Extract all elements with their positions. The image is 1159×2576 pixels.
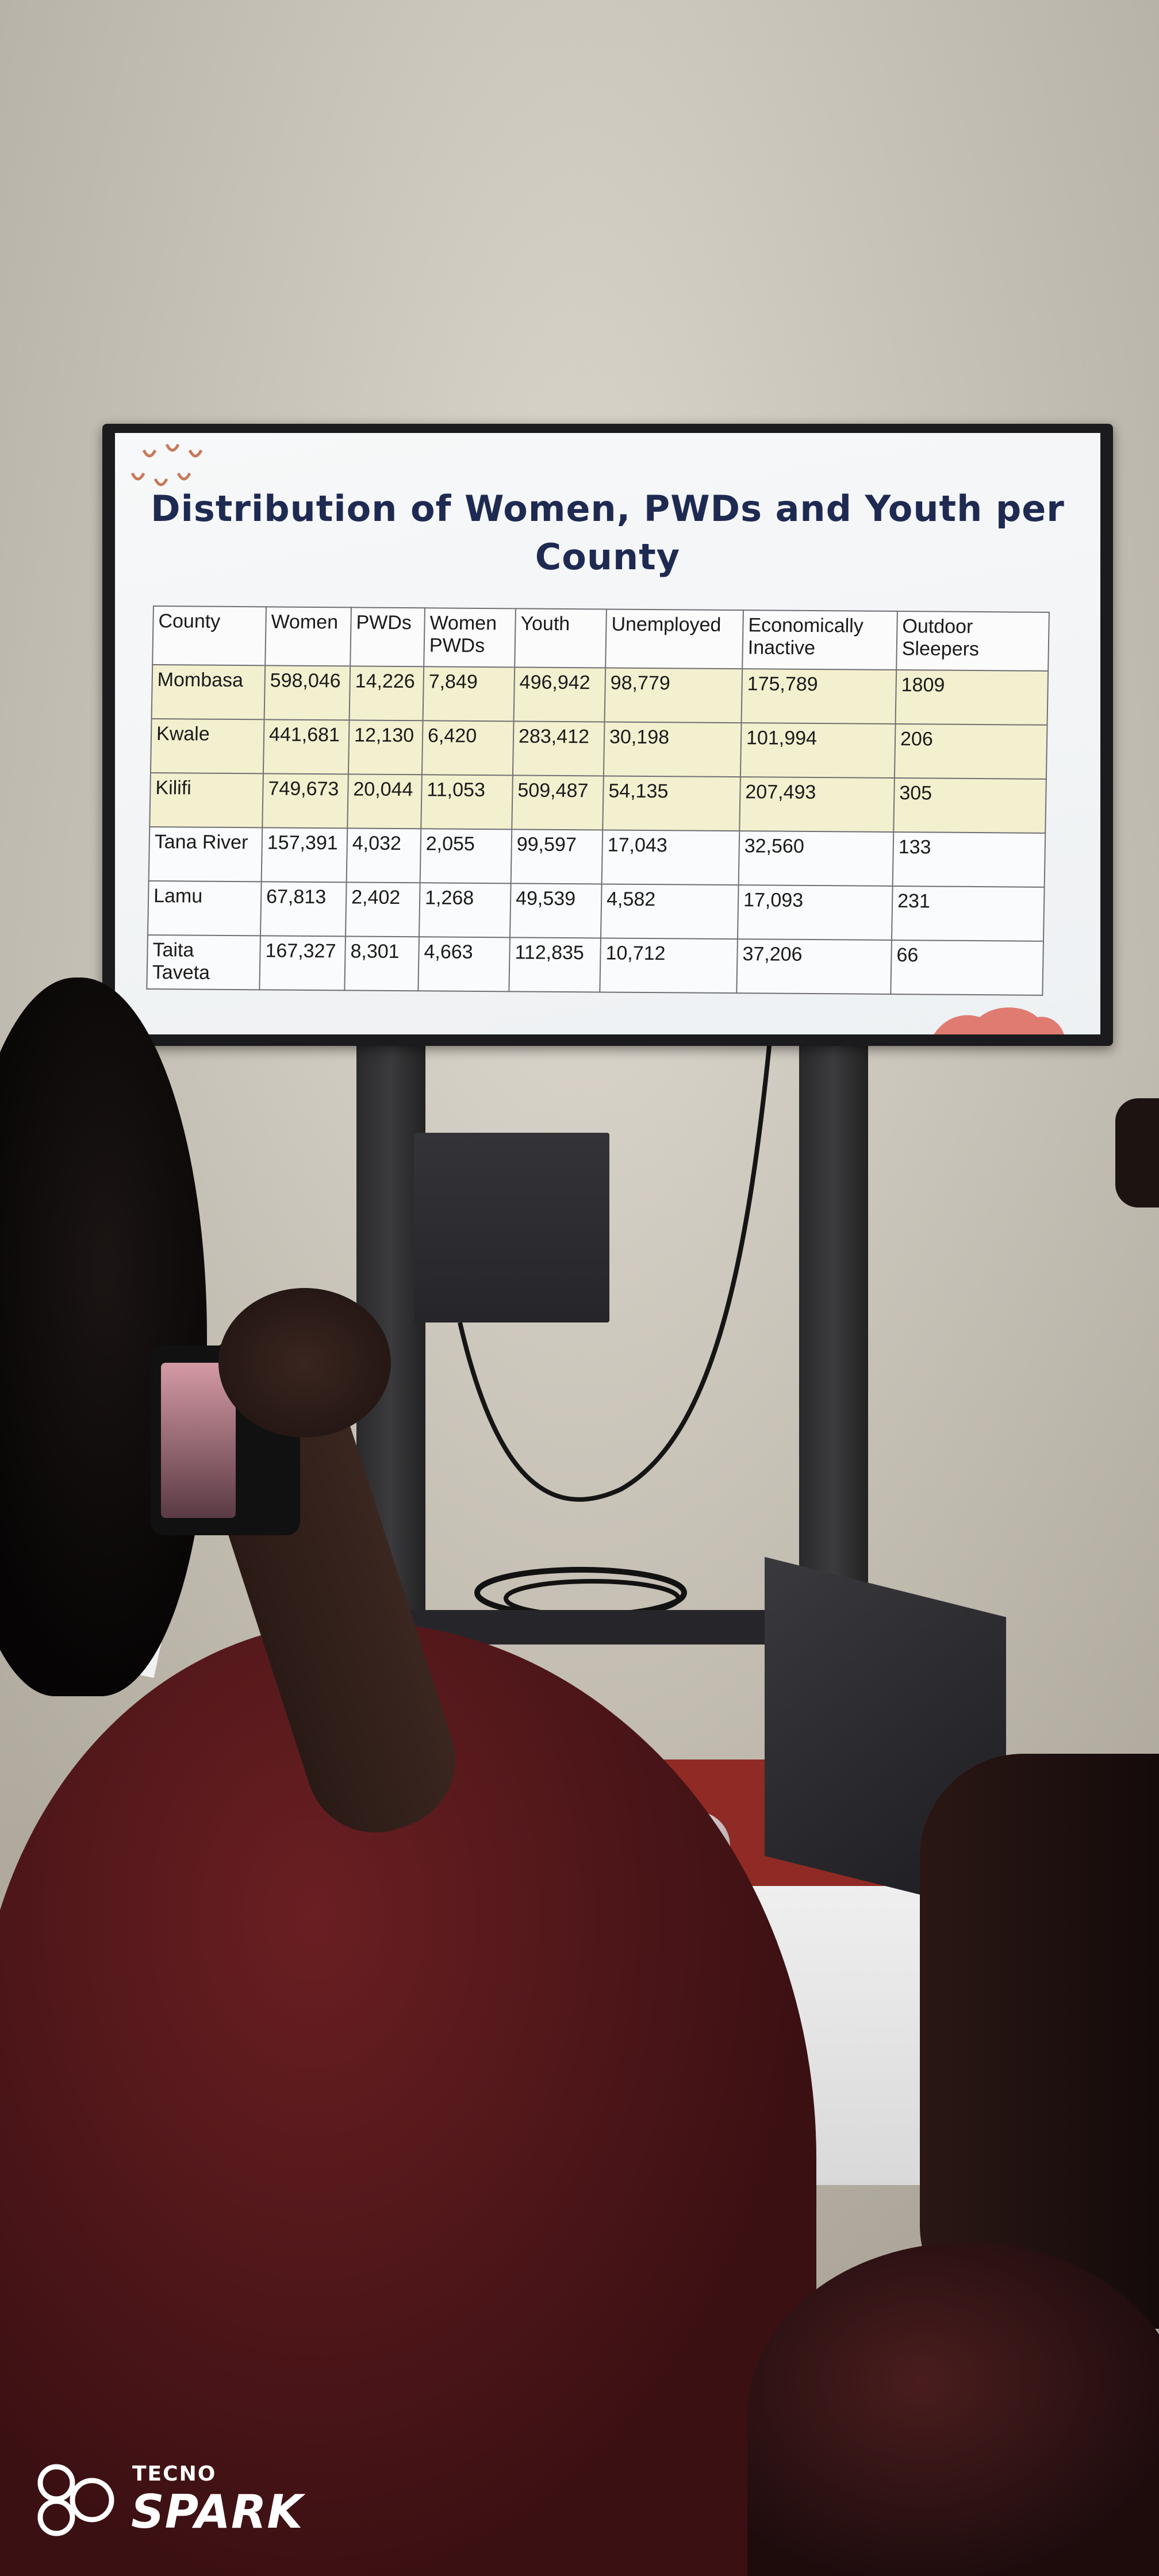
- cell-economically-inactive: 101,994: [740, 723, 896, 779]
- cell-pwds: 4,032: [346, 828, 421, 883]
- cell-unemployed: 98,779: [604, 668, 743, 723]
- cell-unemployed: 17,043: [601, 830, 740, 885]
- header-women: Women: [265, 607, 351, 666]
- data-table-container: County Women PWDs Women PWDs Youth Unemp…: [146, 605, 1049, 995]
- header-pwds: PWDs: [350, 607, 425, 667]
- cell-youth: 509,487: [512, 775, 604, 830]
- watermark-brand: TECNO: [132, 2462, 217, 2486]
- cell-women: 598,046: [264, 665, 351, 720]
- photo-scene: Distribution of Women, PWDs and Youth pe…: [0, 0, 1159, 2576]
- cell-women-pwds: 6,420: [421, 720, 514, 776]
- cell-county: Lamu: [147, 880, 262, 936]
- cell-women-pwds: 11,053: [421, 775, 513, 830]
- cell-women: 67,813: [260, 881, 347, 937]
- cell-unemployed: 30,198: [603, 722, 742, 777]
- cell-women: 749,673: [262, 773, 348, 829]
- cell-pwds: 2,402: [345, 882, 420, 937]
- tecno-logo-icon: [37, 2464, 114, 2536]
- cell-unemployed: 54,135: [602, 776, 740, 831]
- cell-youth: 283,412: [512, 721, 605, 776]
- cell-county: Mombasa: [151, 664, 266, 720]
- cell-pwds: 8,301: [344, 936, 419, 991]
- cell-youth: 99,597: [511, 829, 603, 884]
- cell-outdoor-sleepers: 305: [893, 778, 1046, 833]
- cell-youth: 112,835: [509, 937, 601, 992]
- county-data-table: County Women PWDs Women PWDs Youth Unemp…: [146, 605, 1050, 996]
- table-row: Kilifi 749,673 20,044 11,053 509,487 54,…: [149, 772, 1046, 833]
- cell-outdoor-sleepers: 206: [894, 724, 1047, 779]
- cell-economically-inactive: 175,789: [741, 669, 897, 724]
- table-row: Taita Taveta 167,327 8,301 4,663 112,835…: [147, 934, 1043, 995]
- cell-women-pwds: 1,268: [419, 883, 511, 938]
- cell-outdoor-sleepers: 1809: [895, 670, 1049, 725]
- cell-women: 441,681: [263, 719, 350, 775]
- cell-economically-inactive: 32,560: [738, 831, 894, 886]
- cell-county: Kwale: [150, 718, 264, 774]
- cell-economically-inactive: 207,493: [739, 777, 895, 833]
- cell-outdoor-sleepers: 133: [892, 832, 1046, 887]
- cell-outdoor-sleepers: 66: [891, 940, 1043, 995]
- table-row: Mombasa 598,046 14,226 7,849 496,942 98,…: [151, 664, 1049, 725]
- cell-county: Taita Taveta: [147, 934, 260, 990]
- presentation-slide: Distribution of Women, PWDs and Youth pe…: [115, 433, 1100, 1034]
- cell-women-pwds: 4,663: [418, 937, 510, 992]
- cell-youth: 496,942: [513, 667, 606, 722]
- slide-title: Distribution of Women, PWDs and Youth pe…: [151, 488, 1065, 578]
- cell-pwds: 20,044: [347, 774, 422, 829]
- watermark-model: SPARK: [131, 2485, 304, 2539]
- header-women-pwds: Women PWDs: [424, 608, 516, 668]
- table-row: Lamu 67,813 2,402 1,268 49,539 4,582 17,…: [147, 880, 1045, 941]
- table-header-row: County Women PWDs Women PWDs Youth Unemp…: [152, 606, 1049, 671]
- cell-outdoor-sleepers: 231: [891, 885, 1045, 941]
- cell-county: Kilifi: [149, 772, 263, 828]
- cell-pwds: 14,226: [349, 666, 424, 721]
- cell-women: 167,327: [259, 936, 346, 991]
- cell-women: 157,391: [261, 827, 348, 883]
- header-county: County: [152, 606, 266, 666]
- table-row: Tana River 157,391 4,032 2,055 99,597 17…: [148, 826, 1046, 887]
- stand-media-box: [414, 1133, 609, 1322]
- header-outdoor-sleepers: Outdoor Sleepers: [896, 611, 1049, 671]
- cell-pwds: 12,130: [348, 720, 423, 775]
- header-economically-inactive: Economically Inactive: [742, 610, 897, 670]
- cell-economically-inactive: 37,206: [736, 939, 892, 994]
- tv-monitor: Distribution of Women, PWDs and Youth pe…: [102, 424, 1113, 1046]
- cell-women-pwds: 7,849: [423, 666, 515, 722]
- cell-unemployed: 4,582: [600, 884, 739, 940]
- header-unemployed: Unemployed: [605, 609, 743, 669]
- camera-watermark: TECNO SPARK: [34, 2455, 333, 2559]
- cell-women-pwds: 2,055: [420, 829, 512, 884]
- person-hand: [218, 1288, 391, 1438]
- raised-hand: [1115, 1098, 1159, 1208]
- cell-unemployed: 10,712: [600, 938, 738, 994]
- cell-county: Tana River: [148, 826, 263, 882]
- header-youth: Youth: [515, 608, 607, 668]
- slide-corner-blob: [934, 1007, 1064, 1034]
- table-row: Kwale 441,681 12,130 6,420 283,412 30,19…: [150, 718, 1047, 779]
- cell-economically-inactive: 17,093: [737, 885, 893, 940]
- cell-youth: 49,539: [509, 883, 602, 938]
